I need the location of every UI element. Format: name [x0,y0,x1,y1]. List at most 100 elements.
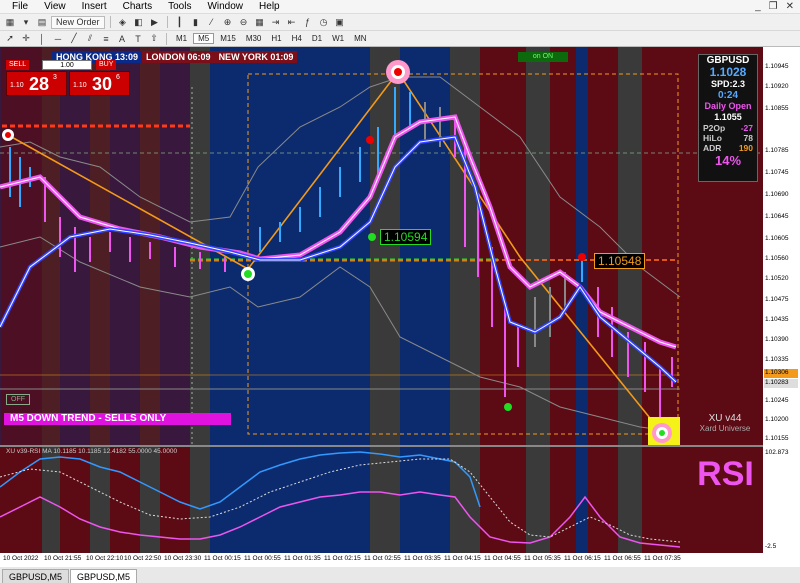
time-tick: 11 Oct 02:15 [324,555,361,562]
candlestick-icon[interactable]: ▮ [189,16,203,29]
crosshair-icon[interactable]: ✛ [19,32,33,45]
line-chart-icon[interactable]: ⁄ [205,16,219,29]
menu-insert[interactable]: Insert [74,1,115,12]
hilo-value: 78 [743,133,753,143]
cursor-icon[interactable]: ➚ [3,32,17,45]
timeframe-mn[interactable]: MN [350,34,370,43]
time-tick: 10 Oct 22:10 [86,555,124,562]
price-tick: 1.10690 [765,191,789,198]
zoom-out-icon[interactable]: ⊖ [237,16,251,29]
autotrading-icon[interactable]: ▶ [148,16,162,29]
watermark-name: Xard Universe [699,424,751,433]
spread-label: SPD:2.3 [710,79,745,89]
sell-button[interactable]: 1.10 28 3 [6,71,67,96]
time-axis[interactable]: 10 Oct 2022 10 Oct 21:55 10 Oct 22:10 10… [0,553,800,567]
timeframe-d1[interactable]: D1 [308,34,326,43]
chart-tab-active[interactable]: GBPUSD,M5 [70,569,138,583]
time-tick: 11 Oct 04:15 [444,555,481,562]
profiles-icon[interactable]: ▤ [35,16,49,29]
price-tick: 1.10435 [765,316,789,323]
text-tool-icon[interactable]: A [115,32,129,45]
timeframe-h1[interactable]: H1 [267,34,285,43]
close-icon[interactable]: ✕ [786,1,794,12]
timeframe-w1[interactable]: W1 [328,34,348,43]
menu-file[interactable]: File [4,1,36,12]
arrow-tool-icon[interactable]: ⇧ [147,32,161,45]
price-tick: 1.10155 [765,435,789,442]
periods-icon[interactable]: ◷ [317,16,331,29]
new-order-button[interactable]: New Order [51,15,105,29]
chart-shift-icon[interactable]: ⇤ [285,16,299,29]
price-chart[interactable]: HONG KONG 13:09 LONDON 06:09 NEW YORK 01… [0,47,763,445]
time-tick: 10 Oct 23:30 [164,555,202,562]
timeframe-m15[interactable]: M15 [216,34,240,43]
tile-icon[interactable]: ▦ [253,16,267,29]
restore-icon[interactable]: ❐ [769,1,778,12]
zoom-in-icon[interactable]: ⊕ [221,16,235,29]
timeframe-h4[interactable]: H4 [288,34,306,43]
indicators-icon[interactable]: ƒ [301,16,315,29]
label-tool-icon[interactable]: T [131,32,145,45]
fibonacci-icon[interactable]: ≡ [99,32,113,45]
info-panel: GBPUSD 1.1028 SPD:2.3 0:24 Daily Open 1.… [698,54,758,182]
menu-charts[interactable]: Charts [115,1,160,12]
templates-icon[interactable]: ▣ [333,16,347,29]
lot-size-input[interactable]: 1.00 [42,60,92,70]
time-tick: 10 Oct 2022 [3,555,39,562]
dropdown-icon[interactable]: ▾ [19,16,33,29]
sell-price-sup: 3 [53,74,57,81]
hilo-label: HiLo [703,133,722,143]
rsi-axis-bottom: -2.5 [765,543,777,550]
timeframe-m30[interactable]: M30 [242,34,266,43]
off-toggle-button[interactable]: OFF [6,394,30,405]
timeframe-m1[interactable]: M1 [172,34,191,43]
price-tick: 1.10605 [765,235,789,242]
autoscroll-icon[interactable]: ⇥ [269,16,283,29]
price-tick: 1.10475 [765,296,789,303]
chart-tabs: GBPUSD,M5 GBPUSD,M5 [0,567,800,583]
trendline-icon[interactable]: ╱ [67,32,81,45]
price-tick: 1.10855 [765,105,789,112]
time-tick: 11 Oct 07:35 [644,555,681,562]
minimize-icon[interactable]: _ [755,1,761,12]
one-click-trading-panel: SELL 1.00 BUY 1.10 28 3 1.10 30 6 [6,60,130,98]
p2op-value: -27 [740,123,753,133]
time-tick: 11 Oct 04:55 [484,555,521,562]
new-chart-icon[interactable]: ▦ [3,16,17,29]
navigator-icon[interactable]: ◧ [132,16,146,29]
menu-tools[interactable]: Tools [160,1,199,12]
adr-row: ADR 190 [699,143,757,153]
current-price: 1.1028 [709,65,747,79]
horizontal-line-icon[interactable]: ─ [51,32,65,45]
price-tick: 1.10920 [765,83,789,90]
price-axis[interactable]: 1.10945 1.10920 1.10855 1.10785 1.10745 … [763,47,800,553]
drawing-toolbar: ➚ ✛ │ ─ ╱ ⫽ ≡ A T ⇧ M1 M5 M15 M30 H1 H4 … [0,31,800,47]
timeframe-m5[interactable]: M5 [193,33,215,44]
price-tick: 1.10200 [765,416,789,423]
trend-banner: M5 DOWN TREND - SELLS ONLY [4,413,231,425]
buy-button[interactable]: 1.10 30 6 [69,71,130,96]
main-toolbar: ▦ ▾ ▤ New Order ◈ ◧ ▶ ┃ ▮ ⁄ ⊕ ⊖ ▦ ⇥ ⇤ ƒ … [0,14,800,31]
hilo-row: HiLo 78 [699,133,757,143]
bar-chart-icon[interactable]: ┃ [173,16,187,29]
daily-open-label: Daily Open [704,101,752,111]
menu-help[interactable]: Help [251,1,288,12]
channel-icon[interactable]: ⫽ [83,32,97,45]
adr-label: ADR [703,143,722,153]
orange-price-label: 1.10548 [594,253,646,269]
menu-view[interactable]: View [36,1,74,12]
chart-tab[interactable]: GBPUSD,M5 [2,569,70,583]
menu-window[interactable]: Window [199,1,251,12]
green-price-label: 1.10594 [380,229,432,245]
vertical-line-icon[interactable]: │ [35,32,49,45]
session-new-york: NEW YORK 01:09 [214,51,298,63]
rsi-panel[interactable]: XU v39-RSI MA 10.1185 10.1185 12.4182 55… [0,447,763,553]
rsi-header: XU v39-RSI MA 10.1185 10.1185 12.4182 55… [6,448,178,455]
bar-timer: 0:24 [717,90,738,101]
chart-canvas [0,47,763,445]
on-toggle-button[interactable]: on ON [518,52,568,62]
time-tick: 11 Oct 01:35 [284,555,321,562]
market-watch-icon[interactable]: ◈ [116,16,130,29]
price-tick: 1.10560 [765,255,789,262]
time-tick: 11 Oct 02:55 [364,555,401,562]
